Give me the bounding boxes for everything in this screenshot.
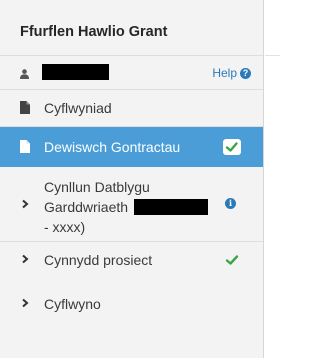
nav-item-label: Cyflwyniad [44, 100, 112, 116]
nav-item-label: Cyflwyno [44, 296, 101, 312]
user-icon [20, 69, 29, 79]
check-icon [225, 255, 239, 265]
nav-item-label: Dewiswch Gontractau [44, 139, 181, 155]
chevron-right-icon [22, 298, 29, 308]
nav-item-label: Cynnydd prosiect [44, 252, 153, 268]
nav-item-cyflwyno[interactable]: Cyflwyno [0, 286, 263, 330]
user-row: Help ? [0, 56, 263, 90]
nav-item-cynnydd-prosiect[interactable]: Cynnydd prosiect [0, 242, 263, 286]
redacted-text [134, 199, 209, 216]
help-label: Help [212, 66, 237, 80]
label-line-1: Cynllun Datblygu [44, 179, 150, 195]
nav-item-cynllun-datblygu[interactable]: Cynllun Datblygu Garddwriaeth - xxxx) i [0, 167, 263, 242]
main-area [265, 0, 280, 358]
info-icon: i [225, 198, 236, 209]
check-icon [225, 142, 238, 152]
label-line-3: - xxxx) [44, 219, 86, 235]
chevron-right-icon [22, 199, 29, 209]
chevron-right-icon [22, 254, 29, 264]
label-line-2: Garddwriaeth [44, 197, 209, 217]
sidebar: Ffurflen Hawlio Grant Help ? Cyflwyniad … [0, 0, 264, 358]
user-name-redacted [42, 64, 109, 80]
nav-item-dewiswch-gontractau[interactable]: Dewiswch Gontractau [0, 127, 263, 167]
nav-item-label: Cynllun Datblygu Garddwriaeth - xxxx) [44, 177, 209, 237]
check-badge [223, 139, 241, 155]
document-icon [20, 101, 30, 114]
help-link[interactable]: Help ? [212, 66, 251, 80]
document-icon [20, 140, 30, 153]
main-header [265, 0, 280, 56]
question-circle-icon: ? [240, 67, 251, 79]
sidebar-title: Ffurflen Hawlio Grant [0, 0, 263, 56]
nav-item-cyflwyniad[interactable]: Cyflwyniad [0, 90, 263, 127]
